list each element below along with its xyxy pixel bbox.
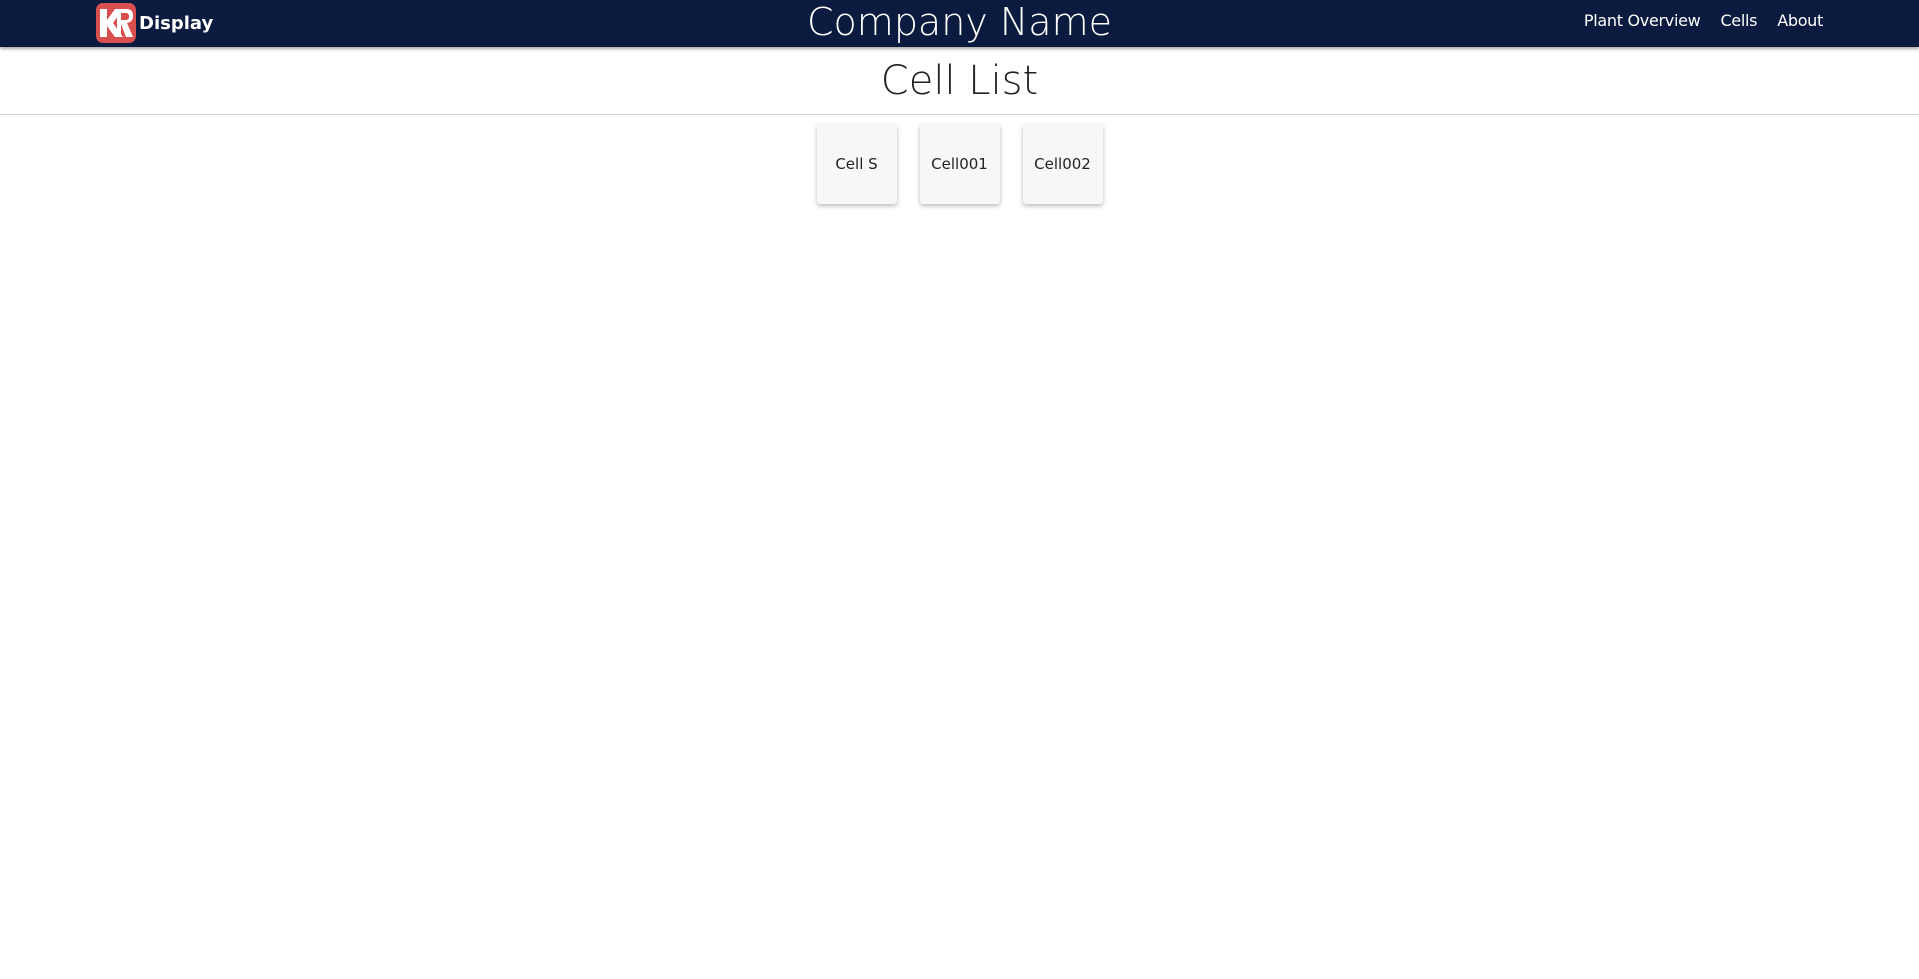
nav-link-about[interactable]: About [1777, 11, 1823, 30]
cell-card[interactable]: Cell001 [919, 124, 1000, 204]
page-title: Cell List [880, 58, 1039, 104]
cell-card[interactable]: Cell S [816, 124, 897, 204]
page-header: Cell List [0, 47, 1919, 115]
cell-card[interactable]: Cell002 [1022, 124, 1103, 204]
cell-list: Cell S Cell001 Cell002 [0, 124, 1919, 204]
brand-link[interactable]: Display [96, 3, 213, 43]
main-nav: Plant Overview Cells About [1564, 0, 1823, 40]
nav-link-cells[interactable]: Cells [1720, 11, 1757, 30]
brand-label: Display [139, 12, 214, 34]
kr-logo-icon [96, 3, 136, 43]
top-navbar: Display Company Name Plant Overview Cell… [0, 0, 1919, 47]
nav-link-plant-overview[interactable]: Plant Overview [1584, 11, 1701, 30]
